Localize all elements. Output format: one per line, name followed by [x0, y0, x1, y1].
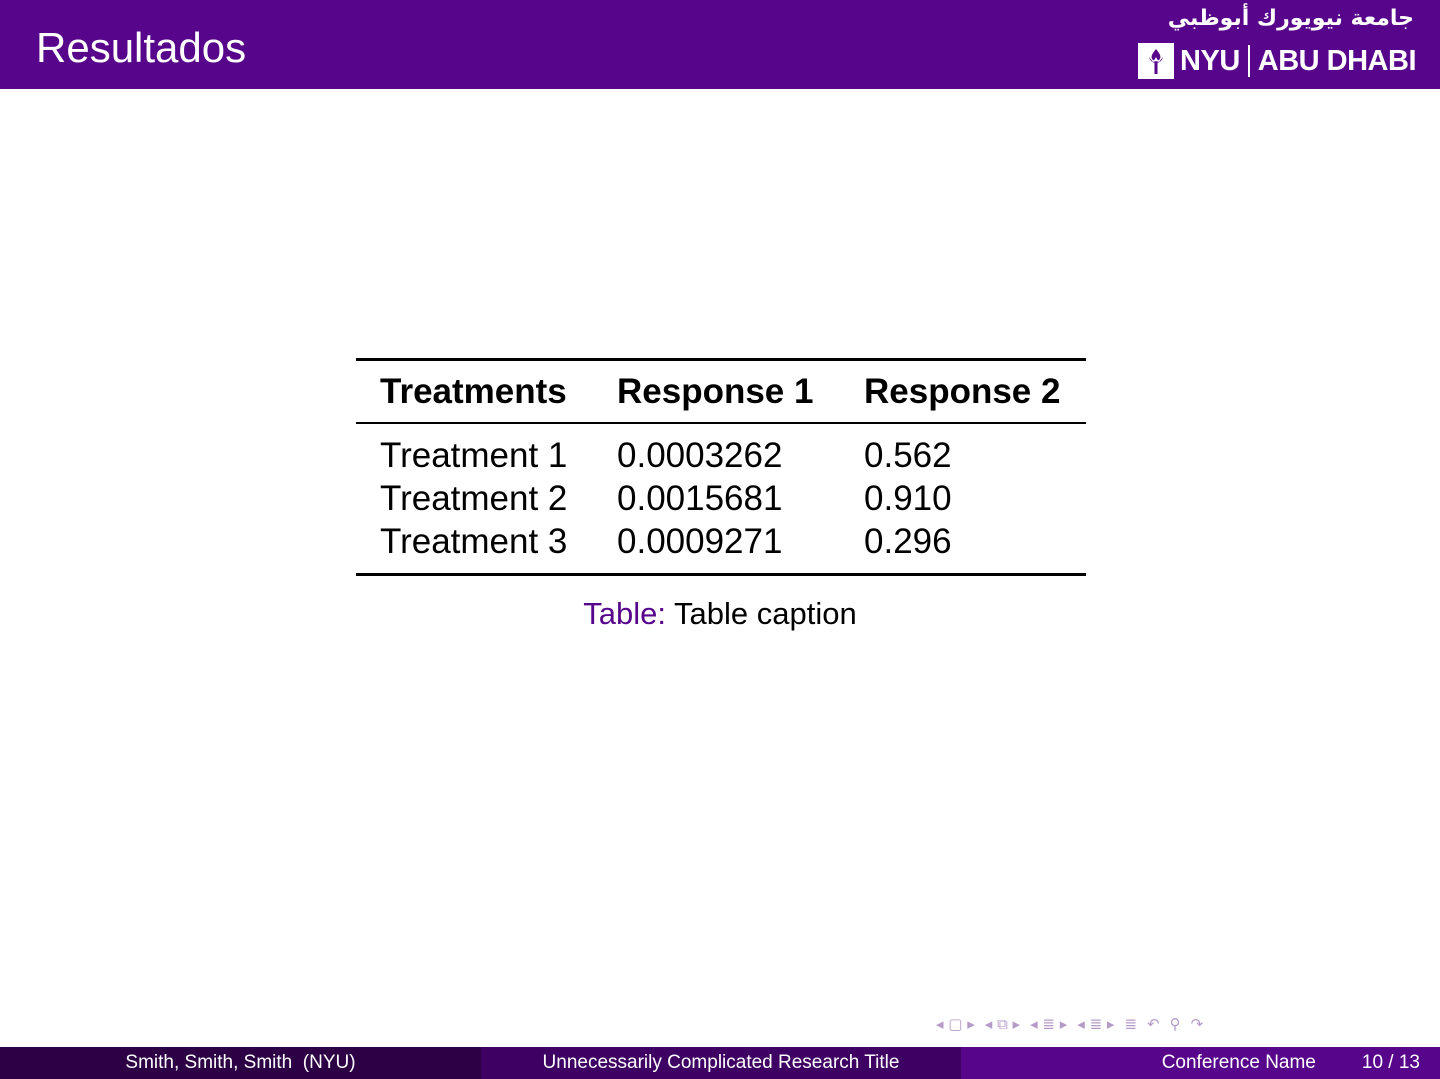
section-nav-icon[interactable]: ◂ ≣ ▸	[1030, 1015, 1067, 1033]
search-icon[interactable]: ⚲	[1170, 1015, 1181, 1033]
logo-english-row: NYU ABU DHABI	[1138, 42, 1417, 80]
table-cell: 0.0015681	[617, 478, 783, 518]
nyuad-logo: جامعة نيويورك أبوظبي NYU ABU DHABI	[1126, 4, 1417, 84]
column-header-treatments: Treatments	[380, 371, 567, 411]
table-cell: Treatment 1	[380, 435, 568, 475]
footer-bar: Smith, Smith, Smith (NYU) Unnecessarily …	[0, 1047, 1440, 1079]
back-icon[interactable]: ↶	[1147, 1015, 1160, 1033]
table-cell: Treatment 3	[380, 521, 568, 561]
table-cell: 0.296	[864, 521, 952, 561]
column-header-response-1: Response 1	[617, 371, 814, 411]
caption-text: Table caption	[674, 596, 857, 631]
table-bottom-rule	[356, 573, 1086, 576]
table-row: Treatment 1 0.0003262 0.562	[356, 434, 1086, 477]
torch-icon	[1138, 43, 1175, 79]
footer-conference: Conference Name 10 / 13	[961, 1047, 1440, 1079]
appendix-icon[interactable]: ≣	[1124, 1015, 1137, 1033]
logo-nyu-text: NYU	[1180, 44, 1240, 77]
logo-arabic-text: جامعة نيويورك أبوظبي	[1167, 6, 1414, 31]
beamer-navigation: ◂ ▢ ▸ ◂ ⧉ ▸ ◂ ≣ ▸ ◂ ≣ ▸ ≣ ↶ ⚲ ↷	[936, 1012, 1203, 1036]
page-number: 10 / 13	[1361, 1052, 1420, 1073]
forward-icon[interactable]: ↷	[1191, 1015, 1204, 1033]
table-caption: Table: Table caption	[0, 596, 1440, 632]
table-cell: 0.562	[864, 435, 952, 475]
footer-authors: Smith, Smith, Smith (NYU)	[0, 1047, 481, 1079]
table-cell: Treatment 2	[380, 478, 568, 518]
results-table: Treatments Response 1 Response 2 Treatme…	[356, 358, 1086, 576]
table-header-row: Treatments Response 1 Response 2	[356, 361, 1086, 422]
frame-title: Resultados	[36, 24, 247, 71]
subsection-nav-icon[interactable]: ◂ ⧉ ▸	[985, 1015, 1020, 1033]
table-cell: 0.0009271	[617, 521, 783, 561]
column-header-response-2: Response 2	[864, 371, 1061, 411]
footer-authors-text: Smith, Smith, Smith (NYU)	[125, 1052, 356, 1073]
logo-divider	[1247, 45, 1250, 77]
table-cell: 0.910	[864, 478, 952, 518]
footer-conference-text: Conference Name	[1161, 1052, 1316, 1073]
footer-title: Unnecessarily Complicated Research Title	[481, 1047, 961, 1079]
frame-nav-icon[interactable]: ◂ ▢ ▸	[936, 1015, 975, 1033]
footer-title-text: Unnecessarily Complicated Research Title	[542, 1052, 900, 1073]
table-row: Treatment 2 0.0015681 0.910	[356, 477, 1086, 520]
table-cell: 0.0003262	[617, 435, 783, 475]
frame-header: Resultados جامعة نيويورك أبوظبي NYU ABU …	[0, 0, 1440, 89]
table-row: Treatment 3 0.0009271 0.296	[356, 520, 1086, 563]
logo-abu-dhabi-text: ABU DHABI	[1257, 44, 1417, 77]
presentation-nav-icon[interactable]: ◂ ≣ ▸	[1077, 1015, 1114, 1033]
caption-label: Table:	[583, 596, 666, 631]
